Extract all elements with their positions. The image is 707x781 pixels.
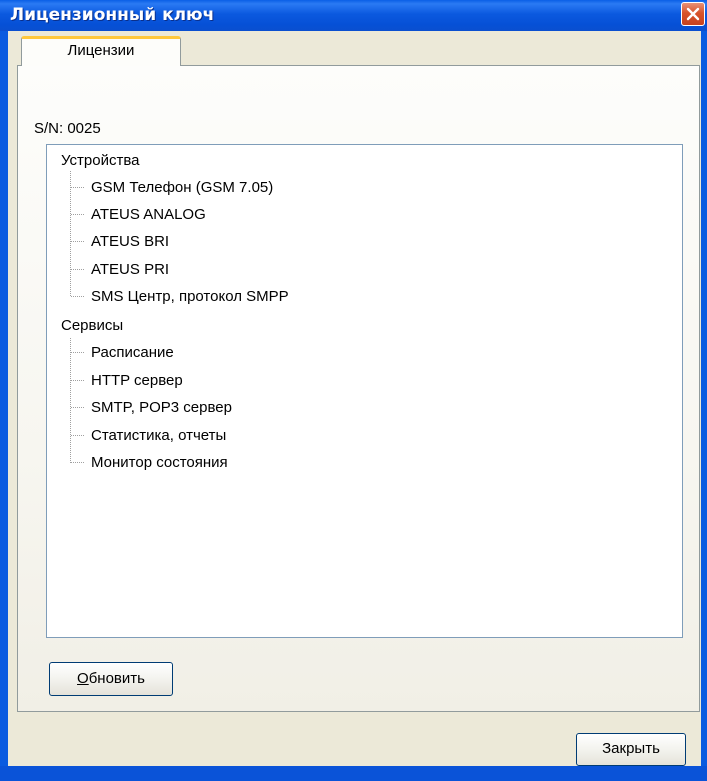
tab-licenses[interactable]: Лицензии (21, 36, 181, 66)
tree-item[interactable]: SMTP, POP3 сервер (91, 399, 232, 417)
tab-licenses-label: Лицензии (67, 42, 135, 59)
tree-item[interactable]: ATEUS BRI (91, 233, 169, 251)
window-title: Лицензионный ключ (10, 5, 215, 25)
serial-number-label: S/N: 0025 (34, 120, 101, 137)
tree-item[interactable]: Монитор состояния (91, 454, 228, 472)
license-tree[interactable]: Устройства GSM Телефон (GSM 7.05) ATEUS … (46, 144, 683, 638)
close-button[interactable]: Закрыть (576, 733, 686, 766)
tree-item[interactable]: Статистика, отчеты (91, 427, 226, 445)
tree-group-devices[interactable]: Устройства (61, 152, 139, 170)
tree-item[interactable]: ATEUS ANALOG (91, 206, 206, 224)
tree-item[interactable]: GSM Телефон (GSM 7.05) (91, 179, 273, 197)
refresh-button[interactable]: Обновить (49, 662, 173, 696)
dialog-window: Лицензионный ключ Лицензии S/N: 0025 Уст… (0, 0, 707, 781)
close-window-button[interactable] (681, 2, 705, 26)
refresh-accelerator: О (77, 670, 89, 687)
title-bar[interactable]: Лицензионный ключ (0, 0, 707, 31)
close-icon (686, 7, 700, 21)
tree-item[interactable]: ATEUS PRI (91, 261, 169, 279)
refresh-label: бновить (88, 670, 145, 687)
tree-group-services[interactable]: Сервисы (61, 317, 123, 335)
tree-item[interactable]: HTTP сервер (91, 372, 183, 390)
window-bottom-border (0, 766, 707, 781)
tree-item[interactable]: SMS Центр, протокол SMPP (91, 288, 289, 306)
tree-item[interactable]: Расписание (91, 344, 174, 362)
